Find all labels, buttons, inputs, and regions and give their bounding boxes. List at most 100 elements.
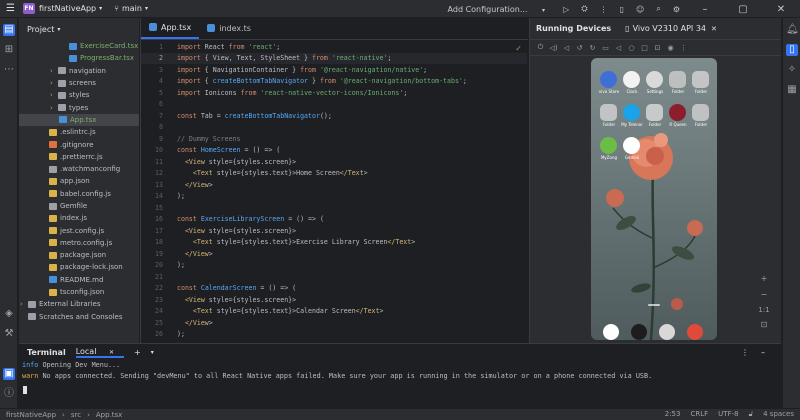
fit-screen-icon[interactable]: ⊡: [758, 320, 770, 329]
terminal-tab-local[interactable]: Local ✕: [75, 347, 124, 358]
close-button[interactable]: ✕: [768, 4, 794, 15]
file-encoding[interactable]: UTF-8: [718, 410, 738, 419]
minimize-button[interactable]: –: [692, 4, 718, 15]
new-terminal-icon[interactable]: +: [134, 348, 141, 357]
chevron-right-icon[interactable]: ›: [50, 79, 58, 87]
app-icon[interactable]: [600, 71, 617, 88]
device-screen[interactable]: vivo Store Clock Settings Folder Folder Folde…: [591, 58, 717, 340]
dock-app-icon[interactable]: [631, 324, 647, 340]
back-icon[interactable]: ◁: [612, 44, 625, 52]
project-tree-item[interactable]: › styles: [19, 89, 139, 101]
editor-tab[interactable]: index.ts: [199, 17, 259, 39]
running-devices-tool-icon[interactable]: ▯: [786, 44, 798, 56]
project-tree-item[interactable]: ExerciseCard.tsx: [19, 40, 139, 52]
code-line[interactable]: 9 // Dummy Screens: [141, 133, 527, 145]
project-tree-item[interactable]: index.js: [19, 212, 139, 224]
rotate-right-icon[interactable]: ↻: [586, 44, 599, 52]
chevron-right-icon[interactable]: ›: [50, 67, 58, 75]
code-line[interactable]: 2 import { View, Text, StyleSheet } from …: [141, 52, 527, 64]
main-menu-button[interactable]: ☰: [6, 3, 15, 14]
device-explorer-icon[interactable]: ▦: [786, 84, 798, 96]
project-tree-item[interactable]: package.json: [19, 249, 139, 261]
app-icon[interactable]: [646, 71, 663, 88]
app-icon[interactable]: [623, 104, 640, 121]
code-line[interactable]: 15: [141, 202, 527, 214]
device-tab[interactable]: ▯ Vivo V2310 API 34 ✕: [625, 24, 717, 33]
lock-icon[interactable]: 🔓︎: [749, 410, 754, 419]
app-icon[interactable]: [646, 104, 663, 121]
app-icon[interactable]: [692, 104, 709, 121]
code-line[interactable]: 19 </View>: [141, 248, 527, 260]
code-line[interactable]: 7 const Tab = createBottomTabNavigator();: [141, 110, 527, 122]
project-tree-item[interactable]: › screens: [19, 77, 139, 89]
zoom-out-icon[interactable]: −: [758, 290, 770, 299]
search-icon[interactable]: ⌕: [656, 4, 660, 14]
home-icon[interactable]: ○: [625, 44, 638, 52]
project-tree-item[interactable]: App.tsx: [19, 113, 139, 127]
code-line[interactable]: 22 const CalendarScreen = () => (: [141, 283, 527, 295]
line-separator[interactable]: CRLF: [690, 410, 708, 419]
app-icon[interactable]: [669, 104, 686, 121]
project-tree-item[interactable]: .eslintrc.js: [19, 126, 139, 138]
minimize-panel-icon[interactable]: –: [761, 348, 765, 357]
editor-tab[interactable]: App.tsx: [141, 17, 200, 39]
code-line[interactable]: 6: [141, 99, 527, 111]
code-line[interactable]: 17 <View style={styles.screen}>: [141, 225, 527, 237]
code-line[interactable]: 24 <Text style={styles.text}>Calendar Sc…: [141, 306, 527, 318]
project-switcher[interactable]: FN firstNativeApp ▾: [22, 3, 102, 14]
more-icon[interactable]: ⋮: [600, 5, 608, 14]
close-icon[interactable]: ✕: [711, 25, 717, 33]
rotate-left-icon[interactable]: ↺: [573, 44, 586, 52]
project-tree-item[interactable]: Gemfile: [19, 200, 139, 212]
zoom-in-icon[interactable]: +: [758, 274, 770, 283]
project-tree-item[interactable]: babel.config.js: [19, 188, 139, 200]
terminal-tool-icon[interactable]: ▣: [3, 368, 15, 380]
terminal-output[interactable]: info Opening Dev Menu... warn No apps con…: [19, 361, 781, 383]
build-icon[interactable]: ⚒: [3, 328, 15, 340]
more-icon[interactable]: ⋮: [677, 44, 690, 52]
project-tree-item[interactable]: › navigation: [19, 65, 139, 77]
cursor-position[interactable]: 2:53: [665, 410, 681, 419]
app-icon[interactable]: [692, 71, 709, 88]
code-line[interactable]: 25 </View>: [141, 317, 527, 329]
volume-down-icon[interactable]: ◁: [560, 44, 573, 52]
project-panel-title[interactable]: Project: [27, 25, 54, 34]
dock-app-icon[interactable]: [687, 324, 703, 340]
branch-switcher[interactable]: ⑂ main ▾: [114, 4, 148, 13]
overview-icon[interactable]: □: [638, 44, 651, 52]
run-icon[interactable]: ▷: [563, 5, 569, 14]
project-tree-item[interactable]: .gitignore: [19, 138, 139, 150]
project-tree-item[interactable]: ProgressBar.tsx: [19, 52, 139, 64]
code-line[interactable]: 11 <View style={styles.screen}>: [141, 156, 527, 168]
project-tree-item[interactable]: .prettierrc.js: [19, 151, 139, 163]
code-line[interactable]: 5 import Ionicons from 'react-native-vect…: [141, 87, 527, 99]
code-area[interactable]: 1 import React from 'react'; 2 import { Vie…: [141, 41, 527, 340]
record-icon[interactable]: ◉: [664, 44, 677, 52]
project-tree-item[interactable]: README.md: [19, 274, 139, 286]
more-icon[interactable]: ⋮: [741, 348, 749, 357]
zoom-level[interactable]: 1:1: [758, 306, 770, 314]
code-line[interactable]: 10 const HomeScreen = () => (: [141, 145, 527, 157]
code-line[interactable]: 13 </View>: [141, 179, 527, 191]
power-icon[interactable]: ⏻: [534, 43, 547, 52]
code-line[interactable]: 8: [141, 122, 527, 134]
app-icon[interactable]: [623, 71, 640, 88]
profile-icon[interactable]: ☺: [636, 5, 644, 14]
code-line[interactable]: 16 const ExerciseLibraryScreen = () => (: [141, 214, 527, 226]
code-line[interactable]: 14);: [141, 191, 527, 203]
code-line[interactable]: 4 import { createBottomTabNavigator } fro…: [141, 76, 527, 88]
app-icon[interactable]: [600, 104, 617, 121]
maximize-button[interactable]: ▢: [730, 4, 756, 15]
project-tree-item[interactable]: .watchmanconfig: [19, 163, 139, 175]
breadcrumb-item[interactable]: src: [71, 411, 81, 419]
project-tree-item[interactable]: app.json: [19, 175, 139, 187]
code-line[interactable]: 23 <View style={styles.screen}>: [141, 294, 527, 306]
close-icon[interactable]: ✕: [109, 349, 114, 356]
device-manager-icon[interactable]: ▯: [620, 5, 624, 14]
code-line[interactable]: 18 <Text style={styles.text}>Exercise Li…: [141, 237, 527, 249]
problems-icon[interactable]: ⓘ: [3, 388, 15, 400]
chevron-right-icon[interactable]: ›: [50, 104, 58, 112]
gemini-icon[interactable]: ◈: [3, 308, 15, 320]
code-line[interactable]: 20);: [141, 260, 527, 272]
project-tree-item[interactable]: › types: [19, 101, 139, 113]
